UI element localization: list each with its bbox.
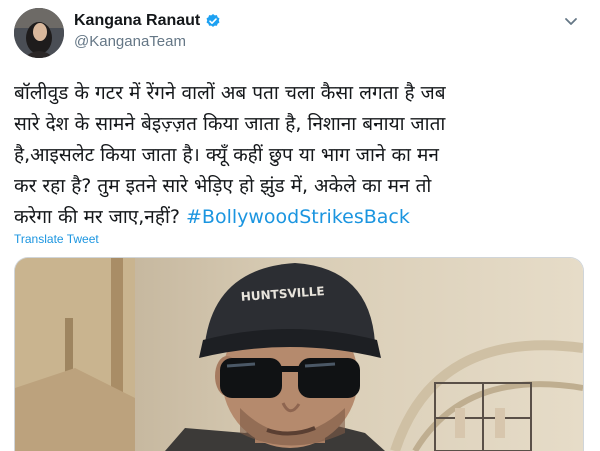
tweet-line-last: करेगा की मर जाए,नहीं? #BollywoodStrikesB… (14, 202, 584, 233)
author-display-name[interactable]: Kangana Ranaut (74, 12, 200, 30)
tweet-line: कर रहा है? तुम इतने सारे भेड़िए हो झुंड … (14, 175, 432, 197)
author-handle[interactable]: @KanganaTeam (74, 33, 221, 50)
chevron-down-icon[interactable] (562, 12, 580, 30)
tweet-line-text: करेगा की मर जाए,नहीं? (14, 206, 186, 228)
tweet-text: बॉलीवुड के गटर में रेंगने वालों अब पता च… (14, 78, 584, 233)
tweet-media-image[interactable]: HUNTSVILLE (14, 257, 584, 451)
hashtag-link[interactable]: #BollywoodStrikesBack (186, 206, 410, 228)
author-display-name-row: Kangana Ranaut (74, 12, 221, 30)
verified-badge-icon (205, 13, 221, 29)
avatar[interactable] (14, 8, 64, 58)
author-names: Kangana Ranaut @KanganaTeam (74, 12, 221, 50)
tweet-line: सारे देश के सामने बेइज़्ज़त किया जाता है… (14, 113, 446, 135)
translate-tweet-link[interactable]: Translate Tweet (14, 232, 99, 246)
tweet-header: Kangana Ranaut @KanganaTeam (14, 8, 586, 66)
tweet-line: बॉलीवुड के गटर में रेंगने वालों अब पता च… (14, 82, 446, 104)
tweet-line: है,आइसलेट किया जाता है। क्यूँ कहीं छुप य… (14, 144, 439, 166)
